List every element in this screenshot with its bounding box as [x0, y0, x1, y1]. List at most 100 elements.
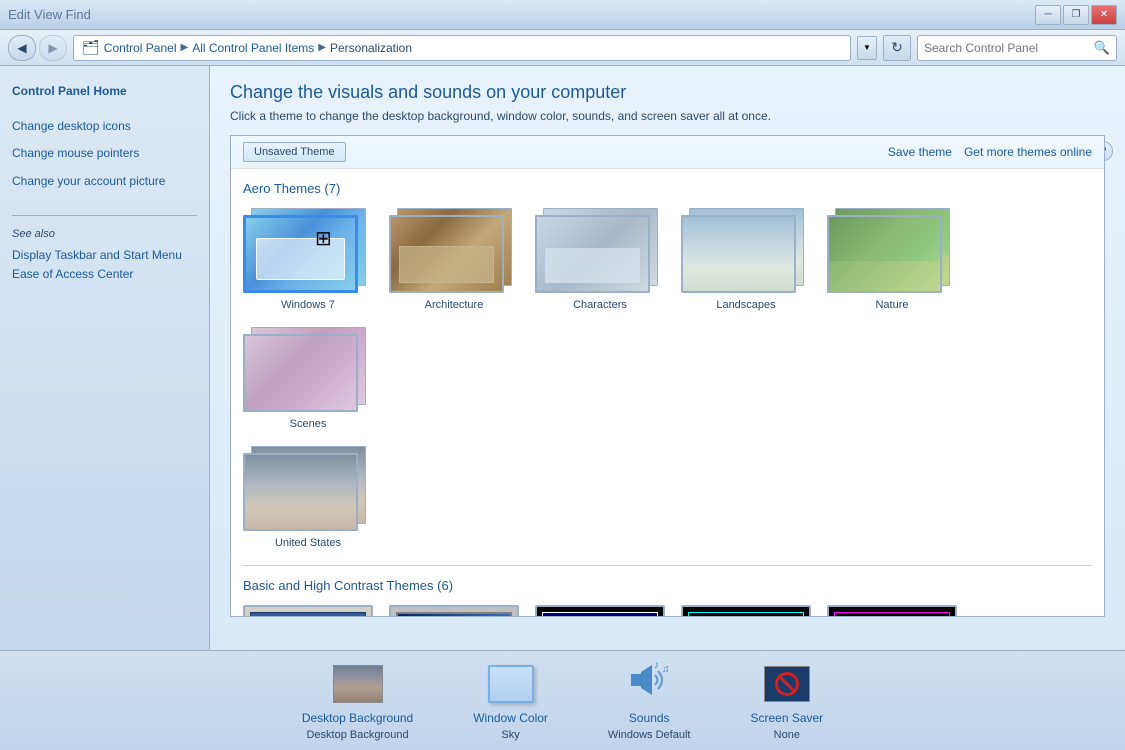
svg-text:♫: ♫: [662, 664, 670, 675]
theme-characters[interactable]: Characters: [535, 208, 665, 311]
hcblack-window: Document: [834, 612, 950, 616]
sidebar-taskbar[interactable]: Taskbar and Start Menu: [54, 248, 181, 262]
address-bar: ◀ ▶ 🗂 Control Panel ▶ All Control Panel …: [0, 30, 1125, 66]
sounds-sublabel: Windows Default: [608, 729, 691, 741]
win7-logo: ⊞: [315, 226, 345, 256]
search-input[interactable]: [924, 41, 1090, 55]
section-divider: [243, 565, 1092, 566]
save-theme-link[interactable]: Save theme: [888, 145, 952, 159]
theme-classic-preview: Document: [389, 605, 519, 616]
search-icon: 🔍: [1094, 40, 1110, 56]
sidebar-desktop-icons[interactable]: Change desktop icons: [12, 117, 197, 136]
theme-landscapes-label: Landscapes: [716, 299, 775, 311]
theme-us-label: United States: [275, 537, 341, 549]
themes-actions: Save theme Get more themes online: [888, 145, 1092, 159]
window-color-label: Window Color: [473, 711, 548, 725]
back-button[interactable]: ◀: [8, 35, 36, 61]
aero-section-title: Aero Themes (7): [243, 181, 1092, 196]
breadcrumb-cp[interactable]: Control Panel: [104, 41, 177, 55]
content-area: ? Change the visuals and sounds on your …: [210, 66, 1125, 650]
sidebar-display[interactable]: Display: [12, 248, 51, 262]
restore-button[interactable]: ❐: [1063, 5, 1089, 25]
title-bar: Edit View Find ─ ❐ ✕: [0, 0, 1125, 30]
aero-theme-grid: ⊞ Windows 7 Architecture: [243, 208, 1092, 430]
window-color-swatch: [488, 665, 534, 703]
sidebar-ease-of-access[interactable]: Ease of Access Center: [12, 267, 133, 281]
theme-scenes[interactable]: Scenes: [243, 327, 373, 430]
screen-saver-sublabel: None: [774, 729, 800, 741]
forward-button[interactable]: ▶: [39, 35, 67, 61]
basic-theme-grid: ⊞ Windows 7 Basic: [243, 605, 1092, 616]
sounds-label: Sounds: [629, 711, 670, 725]
theme-hcblack-preview: Document: [827, 605, 957, 616]
theme-nature-preview: [827, 208, 957, 293]
page-title: Change the visuals and sounds on your co…: [230, 82, 1105, 103]
theme-scenes-front: [243, 334, 358, 412]
nav-buttons: ◀ ▶: [8, 35, 67, 61]
window-color-sublabel: Sky: [501, 729, 519, 741]
sounds-icon: ♪ ♫: [626, 660, 672, 707]
theme-windows7-preview: ⊞: [243, 208, 373, 293]
hc2-window: Document: [688, 612, 804, 616]
theme-win7basic[interactable]: ⊞ Windows 7 Basic: [243, 605, 373, 616]
theme-hc2[interactable]: Document ▬▬▬ High Contrast #2: [681, 605, 811, 616]
theme-nature[interactable]: Nature: [827, 208, 957, 311]
sidebar-mouse-pointers[interactable]: Change mouse pointers: [12, 144, 197, 163]
search-box: 🔍: [917, 35, 1117, 61]
theme-win7basic-preview: ⊞: [243, 605, 373, 616]
sounds-item[interactable]: ♪ ♫ Sounds Windows Default: [608, 661, 691, 741]
theme-land-front: [681, 215, 796, 293]
sidebar: Control Panel Home Change desktop icons …: [0, 66, 210, 650]
breadcrumb-sep2: ▶: [318, 42, 326, 53]
screen-saver-item[interactable]: Screen Saver None: [750, 661, 823, 741]
minimize-button[interactable]: ─: [1035, 5, 1061, 25]
refresh-button[interactable]: ↻: [883, 35, 911, 61]
breadcrumb-sep1: ▶: [181, 42, 189, 53]
theme-us[interactable]: United States: [243, 446, 373, 549]
theme-hc1[interactable]: Document ▬▬▬ High Contrast #1: [535, 605, 665, 616]
theme-windows7[interactable]: ⊞ Windows 7: [243, 208, 373, 311]
theme-landscapes[interactable]: Landscapes: [681, 208, 811, 311]
themes-scroll-area[interactable]: Aero Themes (7) ⊞ Windows 7: [231, 169, 1104, 616]
theme-scenes-label: Scenes: [290, 418, 327, 430]
breadcrumb-bar: 🗂 Control Panel ▶ All Control Panel Item…: [73, 35, 851, 61]
breadcrumb-dropdown[interactable]: ▼: [857, 36, 877, 60]
desktop-background-icon: [330, 661, 386, 707]
sidebar-account-picture[interactable]: Change your account picture: [12, 172, 197, 191]
theme-architecture-preview: [389, 208, 519, 293]
no-symbol: [775, 672, 799, 696]
screen-saver-icon-container: [759, 661, 815, 707]
theme-classic[interactable]: Document Windows Classic: [389, 605, 519, 616]
theme-nature-front: [827, 215, 942, 293]
theme-arch-front: [389, 215, 504, 293]
sidebar-home-link[interactable]: Control Panel Home: [12, 82, 197, 101]
sounds-icon-container: ♪ ♫: [621, 661, 677, 707]
theme-scenes-preview: [243, 327, 373, 412]
theme-hcblack[interactable]: Document High Contrast Black: [827, 605, 957, 616]
hc2-title: Document: [689, 613, 803, 616]
window-color-item[interactable]: Window Color Sky: [473, 661, 548, 741]
breadcrumb-current: Personalization: [330, 41, 412, 55]
theme-hc2-preview: Document ▬▬▬: [681, 605, 811, 616]
theme-characters-label: Characters: [573, 299, 627, 311]
title-controls: ─ ❐ ✕: [1035, 5, 1117, 25]
title-bar-title: Edit View Find: [8, 7, 91, 22]
window-color-icon: [483, 661, 539, 707]
theme-us-front: [243, 453, 358, 531]
basic-section-title: Basic and High Contrast Themes (6): [243, 578, 1092, 593]
theme-nature-label: Nature: [875, 299, 908, 311]
sidebar-see-also: See also Display Taskbar and Start Menu …: [12, 215, 197, 284]
close-button[interactable]: ✕: [1091, 5, 1117, 25]
theme-architecture[interactable]: Architecture: [389, 208, 519, 311]
theme-chars-front: [535, 215, 650, 293]
get-more-themes-link[interactable]: Get more themes online: [964, 145, 1092, 159]
unsaved-theme-button[interactable]: Unsaved Theme: [243, 142, 346, 162]
screen-saver-label: Screen Saver: [750, 711, 823, 725]
hcblack-title: Document: [835, 613, 949, 616]
see-also-title: See also: [12, 228, 197, 240]
screen-saver-icon: [764, 666, 810, 702]
desktop-background-label: Desktop Background: [302, 711, 413, 725]
breadcrumb-allcp[interactable]: All Control Panel Items: [192, 41, 314, 55]
main-layout: Control Panel Home Change desktop icons …: [0, 66, 1125, 650]
desktop-background-item[interactable]: Desktop Background Desktop Background: [302, 661, 413, 741]
